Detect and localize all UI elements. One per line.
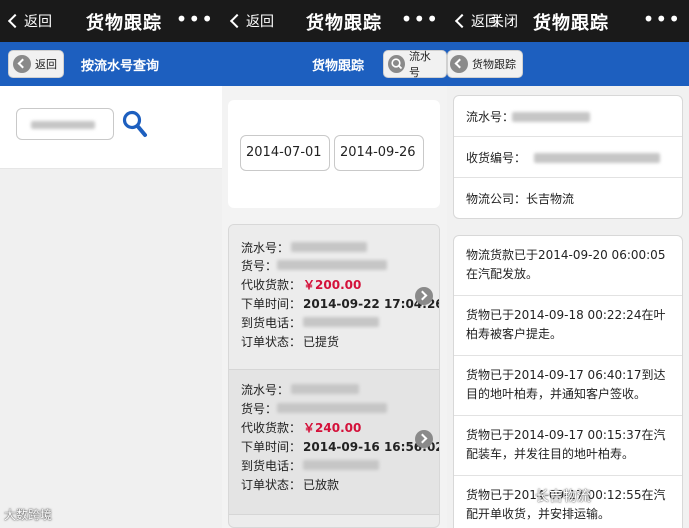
tracking-timeline: 物流货款已于2014-09-20 06:00:05在汽配发放。 货物已于2014… xyxy=(453,235,683,528)
cod-row: 代收货款： ￥200.00 xyxy=(241,276,361,293)
title-bar: 返回 货物跟踪 ••• xyxy=(0,0,222,42)
company-value: 长吉物流 xyxy=(526,192,575,206)
tracking-event: 货物已于2014-09-18 00:22:24在叶柏寿被客户提走。 xyxy=(454,296,682,356)
chevron-right-icon[interactable] xyxy=(415,287,433,305)
serial-label: 流水号： xyxy=(241,241,290,255)
order-item[interactable]: 流水号： 货号： 代收货款： ￥200.00 下单时间： 2014-09-22 17… xyxy=(229,225,439,370)
goods-label: 货号： xyxy=(241,402,278,416)
chevron-left-icon xyxy=(454,13,470,29)
phone-row: 到货电话： xyxy=(241,457,379,474)
nav-bar: 返回 按流水号查询 xyxy=(0,42,222,86)
title-bar: 返回 关闭 货物跟踪 ••• xyxy=(447,0,689,42)
back-arrow-icon xyxy=(13,55,31,73)
search-icon xyxy=(388,55,405,73)
serial-label: 流水号： xyxy=(241,383,290,397)
serial-label: 流水号： xyxy=(466,110,515,124)
status-value: 已提货 xyxy=(303,335,340,349)
shipment-info-card: 流水号： 收货编号： 物流公司：长吉物流 xyxy=(453,95,683,219)
chevron-right-icon[interactable] xyxy=(415,430,433,448)
redacted-text xyxy=(303,317,379,327)
titlebar-back-button[interactable]: 返回 xyxy=(6,11,52,31)
cod-row: 代收货款： ￥240.00 xyxy=(241,419,361,436)
tracking-event: 货物已于2014-09-17 00:15:37在汽配装车，并发往目的地叶柏寿。 xyxy=(454,416,682,476)
status-label: 订单状态： xyxy=(241,478,302,492)
order-time-row: 下单时间： 2014-09-16 16:56:02 xyxy=(241,438,439,455)
nav-bar: 货物跟踪 流水号 xyxy=(222,42,447,86)
back-arrow-icon xyxy=(450,55,468,73)
status-value: 已放款 xyxy=(303,478,340,492)
page-title: 货物跟踪 xyxy=(312,59,365,74)
titlebar-back-button[interactable]: 返回 xyxy=(228,11,274,31)
redacted-text xyxy=(277,403,387,413)
more-menu-button[interactable]: ••• xyxy=(401,7,439,31)
phone-row: 到货电话： xyxy=(241,314,379,331)
tracking-event: 物流货款已于2014-09-20 06:00:05在汽配发放。 xyxy=(454,236,682,296)
cod-label: 代收货款： xyxy=(241,421,302,435)
goods-row: 货号： xyxy=(241,257,387,274)
redacted-text xyxy=(277,260,387,270)
start-date-input[interactable]: 2014-07-01 xyxy=(240,135,330,171)
titlebar-back-label: 返回 xyxy=(24,14,52,30)
serial-search-button[interactable]: 流水号 xyxy=(383,50,447,79)
page-title: 按流水号查询 xyxy=(81,59,160,74)
search-area xyxy=(0,86,222,169)
titlebar-back-label: 返回 xyxy=(246,14,274,30)
serial-row: 流水号： xyxy=(241,239,367,256)
order-time-label: 下单时间： xyxy=(241,297,302,311)
order-time-row: 下单时间： 2014-09-22 17:04:26 xyxy=(241,295,439,312)
goods-label: 货号： xyxy=(241,259,278,273)
date-range-card: 2014-07-01 2014-09-26 xyxy=(228,100,440,208)
redacted-text xyxy=(303,460,379,470)
cod-label: 代收货款： xyxy=(241,278,302,292)
status-row: 订单状态： 已放款 xyxy=(241,476,339,493)
serial-search-input[interactable] xyxy=(16,108,114,140)
order-list-screen: 返回 货物跟踪 ••• 货物跟踪 流水号 2014-07-01 2014-09-… xyxy=(222,0,447,528)
watermark-left: 大数跨境 xyxy=(4,508,53,522)
title-bar: 返回 货物跟踪 ••• xyxy=(222,0,447,42)
cod-value: ￥240.00 xyxy=(303,421,362,435)
more-menu-button[interactable]: ••• xyxy=(643,7,681,31)
redacted-text xyxy=(291,384,359,394)
tracking-detail-screen: 返回 关闭 货物跟踪 ••• 货物跟踪 流水号： 收货编号： 物流公司：长吉物流… xyxy=(447,0,689,528)
tracking-event: 货物已于2014-09-17 06:40:17到达目的地叶柏寿，并通知客户签收。 xyxy=(454,356,682,416)
watermark-right: 长吉物流 xyxy=(535,489,591,505)
empty-content-area xyxy=(0,169,222,528)
goods-row: 货号： xyxy=(241,400,387,417)
redacted-text xyxy=(31,121,95,129)
serial-search-button-label: 流水号 xyxy=(408,50,431,79)
serial-row: 流水号： xyxy=(454,96,682,137)
status-row: 订单状态： 已提货 xyxy=(241,333,339,350)
order-list: 流水号： 货号： 代收货款： ￥200.00 下单时间： 2014-09-22 17… xyxy=(228,224,440,528)
titlebar-title: 货物跟踪 xyxy=(86,13,162,34)
cod-value: ￥200.00 xyxy=(303,278,362,292)
search-icon[interactable] xyxy=(122,110,148,138)
receipt-number-row: 收货编号： xyxy=(454,137,682,178)
redacted-text xyxy=(291,242,367,252)
back-button-label: 货物跟踪 xyxy=(472,58,516,71)
chevron-left-icon xyxy=(7,13,23,29)
order-item[interactable]: 流水号： 货号： 代收货款： ￥240.00 下单时间： 2014-09-16 16… xyxy=(229,370,439,515)
titlebar-title: 货物跟踪 xyxy=(533,13,609,34)
logistics-company-row: 物流公司：长吉物流 xyxy=(454,178,682,219)
more-menu-button[interactable]: ••• xyxy=(176,7,214,31)
status-label: 订单状态： xyxy=(241,335,302,349)
end-date-input[interactable]: 2014-09-26 xyxy=(334,135,424,171)
nav-bar: 货物跟踪 xyxy=(447,42,689,86)
company-label: 物流公司： xyxy=(466,192,527,206)
serial-row: 流水号： xyxy=(241,381,359,398)
redacted-text xyxy=(534,153,660,163)
back-button-label: 返回 xyxy=(35,58,57,71)
close-button[interactable]: 关闭 xyxy=(490,11,518,31)
search-by-serial-screen: 返回 货物跟踪 ••• 返回 按流水号查询 xyxy=(0,0,222,528)
chevron-left-icon xyxy=(229,13,245,29)
order-time-label: 下单时间： xyxy=(241,440,302,454)
phone-label: 到货电话： xyxy=(241,459,302,473)
redacted-text xyxy=(512,112,590,122)
back-button[interactable]: 货物跟踪 xyxy=(447,50,523,78)
titlebar-title: 货物跟踪 xyxy=(306,13,382,34)
phone-label: 到货电话： xyxy=(241,316,302,330)
receipt-label: 收货编号： xyxy=(466,151,527,165)
back-button[interactable]: 返回 xyxy=(8,50,64,78)
